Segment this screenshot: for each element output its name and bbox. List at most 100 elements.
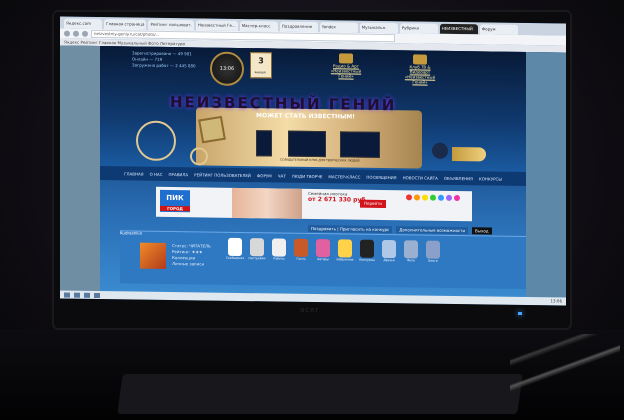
site-stats: Зарегистрировано — 49 981 Онлайн — 719 З… xyxy=(132,50,196,69)
user-menu-item[interactable]: Настройки xyxy=(248,238,266,261)
user-notes[interactable]: Личные записи xyxy=(172,261,211,268)
guests-icon xyxy=(294,238,308,257)
monitor-screen: Яндекс.com Главная страница Рейтинг поль… xyxy=(60,16,566,306)
user-menu-label: Фото xyxy=(406,258,415,263)
taskbar-app-icon[interactable] xyxy=(84,292,90,298)
user-menu-item[interactable]: Авторы xyxy=(314,239,332,262)
site-slogan: МОЖЕТ СТАТЬ ИЗВЕСТНЫМ! xyxy=(256,112,355,121)
menu-item-home[interactable]: ГЛАВНАЯ xyxy=(124,171,143,176)
stat-works: Загружено работ — 2 445 880 xyxy=(132,62,196,69)
browser-tab[interactable]: Поздравления xyxy=(279,21,318,33)
cables xyxy=(510,334,620,420)
back-icon[interactable] xyxy=(64,30,70,37)
age-dot-icon xyxy=(438,194,444,201)
menu-item-contests[interactable]: КОНКУРСЫ xyxy=(479,176,502,181)
user-menu-label: Работы xyxy=(273,256,285,261)
user-menu-item[interactable]: Фото xyxy=(402,240,420,263)
reload-icon[interactable] xyxy=(82,30,88,37)
web-page: Зарегистрировано — 49 981 Онлайн — 719 З… xyxy=(60,45,566,298)
ad-brand-sub: ГОРОД xyxy=(160,205,190,212)
friends-icon xyxy=(382,239,396,259)
ad-image xyxy=(232,187,302,219)
forward-icon[interactable] xyxy=(73,30,79,37)
tab-logout[interactable]: Выход xyxy=(472,227,492,235)
authors-icon xyxy=(316,239,330,258)
art-thumbnail xyxy=(288,130,326,158)
vinyl-record-icon xyxy=(360,239,374,258)
age-icons xyxy=(406,194,460,202)
menu-item-chat[interactable]: ЧАТ xyxy=(278,173,286,178)
menu-item-news[interactable]: НОВОСТИ САЙТА xyxy=(403,175,438,180)
browser-tab[interactable]: Рейтинг пользоват. xyxy=(148,19,194,31)
tv-icon xyxy=(413,54,427,65)
browser-tab[interactable]: Форум xyxy=(479,24,518,35)
power-led xyxy=(518,312,522,315)
user-menu-label: Настройки xyxy=(248,256,266,261)
radio-icon xyxy=(339,53,353,64)
menu-item-ads[interactable]: ОБЪЯВЛЕНИЯ xyxy=(444,175,473,180)
age-dot-icon xyxy=(430,194,436,201)
works-icon xyxy=(272,238,286,257)
user-name[interactable]: Kudrashkin xyxy=(120,230,142,235)
taskbar-app-icon[interactable] xyxy=(94,292,100,298)
user-menu-label: Блоги xyxy=(428,258,438,263)
ad-brand-logo[interactable]: ПИК ГОРОД xyxy=(160,189,190,213)
user-menu-item[interactable]: Конкурсы xyxy=(358,239,376,263)
taskbar-clock: 13:06 xyxy=(550,298,562,304)
page-right-background xyxy=(526,51,566,298)
settings-icon xyxy=(250,238,264,257)
start-icon[interactable] xyxy=(64,292,70,298)
age-dot-icon xyxy=(406,194,412,201)
menu-item-rules[interactable]: ПРАВИЛА xyxy=(169,171,189,176)
browser-tab[interactable]: Yandex xyxy=(319,22,358,33)
menu-item-rating[interactable]: РЕЙТИНГ ПОЛЬЗОВАТЕЛЕЙ xyxy=(194,172,251,178)
user-menu-item[interactable]: Гости xyxy=(292,238,310,262)
user-menu-item[interactable]: Друзья xyxy=(380,239,398,263)
user-menu-label: Авторы xyxy=(317,257,329,262)
radio-link[interactable]: Радио & Арт «Неизвестный Гений» xyxy=(326,53,366,79)
user-menu-label: Избранное xyxy=(336,257,354,262)
bicycle-wheel-icon xyxy=(136,120,176,162)
menu-item-masterclass[interactable]: МАСТЕР-КЛАСС xyxy=(328,174,360,179)
browser-tab[interactable]: Яндекс.com xyxy=(64,18,102,30)
user-menu-item[interactable]: Блоги xyxy=(424,240,442,264)
menu-item-people[interactable]: ЛЮДИ ТВОРЧЕ xyxy=(292,173,323,178)
horn-icon xyxy=(452,146,486,162)
age-dot-icon xyxy=(446,194,452,201)
site-logo[interactable]: НЕИЗВЕСТНЫЙ ГЕНИЙ xyxy=(170,93,440,115)
menu-item-about[interactable]: О НАС xyxy=(150,171,163,176)
photo-icon xyxy=(404,240,418,259)
user-menu-label: Сообщения xyxy=(226,255,245,261)
user-menu-item[interactable]: Сообщения xyxy=(226,237,245,261)
art-thumbnail xyxy=(256,130,272,157)
user-menu-item[interactable]: Работы xyxy=(270,238,288,261)
club-label: Клуб ТВ & Видеоарт «Неизвестный Гений» xyxy=(404,64,436,85)
radio-label: Радио & Арт «Неизвестный Гений» xyxy=(330,63,362,79)
user-menu-label: Конкурсы xyxy=(359,257,375,262)
browser-tab[interactable]: Главная страница xyxy=(104,19,147,30)
tab-extra[interactable]: Дополнительные возможности xyxy=(396,226,469,235)
user-menu-label: Гости xyxy=(296,256,306,261)
menu-item-forum[interactable]: ФОРУМ xyxy=(257,173,272,178)
browser-tab[interactable]: Неизвестный Ге... xyxy=(195,20,238,31)
monitor-brand-logo: acer xyxy=(300,306,320,314)
avatar[interactable] xyxy=(140,242,166,269)
keyboard xyxy=(117,374,523,414)
taskbar-app-icon[interactable] xyxy=(74,292,80,298)
browser-tab-active[interactable]: НЕИЗВЕСТНЫЙ xyxy=(439,23,478,35)
user-menu-item[interactable]: Избранное xyxy=(336,239,354,262)
messages-icon xyxy=(228,237,242,257)
user-info: Статус: ЧИТАТЕЛЬ Рейтинг: ★★★ Коллекции … xyxy=(172,243,211,268)
tab-congratulate[interactable]: Поздравить | Пригласить на конкурс xyxy=(308,224,393,234)
blog-icon xyxy=(426,240,440,259)
browser-tab[interactable]: Мастер-класс xyxy=(239,20,278,32)
calendar-day: 3 xyxy=(250,52,272,79)
club-link[interactable]: Клуб ТВ & Видеоарт «Неизвестный Гений» xyxy=(400,54,440,85)
picture-frame-icon xyxy=(198,115,226,144)
user-menu-label: Друзья xyxy=(383,257,395,263)
clock-widget: 13:06 xyxy=(210,51,244,87)
ad-cta-button[interactable]: Перейти xyxy=(360,199,386,209)
menu-item-dedications[interactable]: ПОСВЯЩЕНИЯ xyxy=(366,174,396,179)
browser-tab[interactable]: Рубрики xyxy=(399,23,438,34)
browser-tab[interactable]: Музыкальн. xyxy=(359,22,398,34)
